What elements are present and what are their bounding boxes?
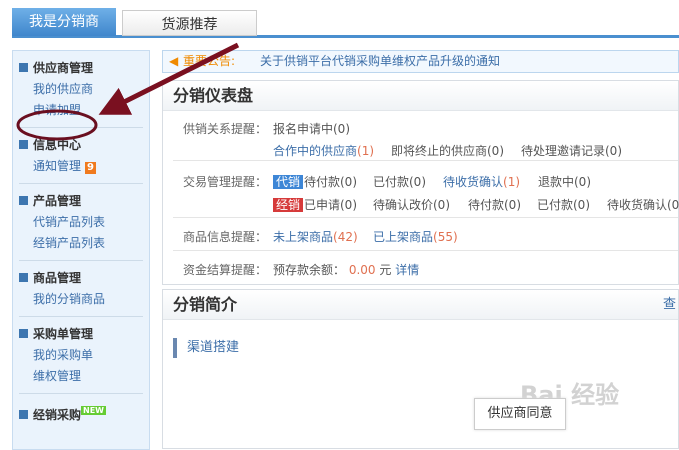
annotation-circle [16, 109, 98, 141]
annotation-overlay [16, 42, 240, 141]
annotation-arrow [98, 42, 240, 115]
